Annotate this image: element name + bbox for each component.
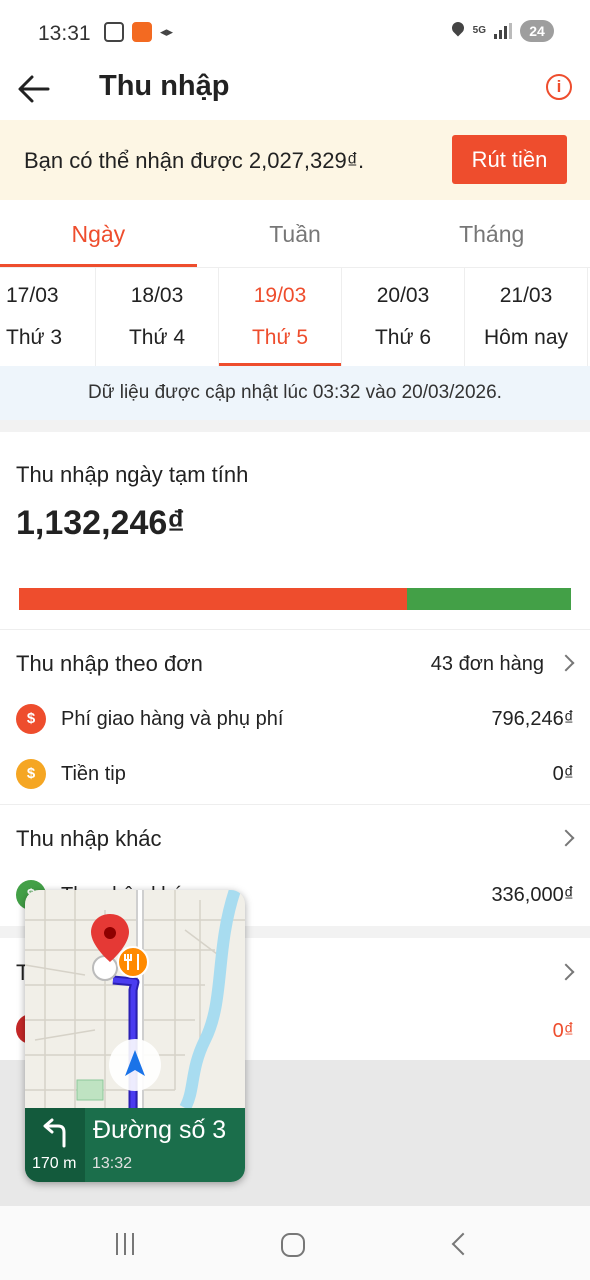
weekday-label: Thứ 4 (128, 326, 186, 349)
screenshot-icon (104, 22, 124, 42)
withdraw-button[interactable]: Rút tiền (452, 135, 567, 184)
order-income-section: Thu nhập theo đơn 43 đơn hàng $ Phí giao… (0, 630, 590, 805)
turn-box: 170 m (25, 1108, 85, 1182)
summary-amount: 1,132,246₫ (16, 504, 185, 542)
status-system-icons: 5G 24 (451, 20, 554, 42)
order-income-title: Thu nhập theo đơn (16, 651, 203, 676)
status-notification-icons: ◂▸ (104, 22, 173, 42)
signal-icon (494, 23, 512, 39)
tab-day[interactable]: Ngày (0, 200, 197, 267)
system-nav-bar (0, 1206, 590, 1280)
app-notification-icon (132, 22, 152, 42)
dollar-icon: $ (16, 704, 46, 734)
sync-icon: ◂▸ (160, 24, 174, 39)
back-icon[interactable] (451, 1232, 475, 1256)
date-label: 21/03 (499, 284, 553, 307)
row-value: 0₫ (552, 1020, 574, 1042)
summary-label: Thu nhập ngày tạm tính (16, 462, 249, 487)
date-item-selected[interactable]: 19/03 Thứ 5 (219, 268, 342, 366)
update-note: Dữ liệu được cập nhật lúc 03:32 vào 20/0… (0, 366, 590, 420)
section-divider (0, 420, 590, 432)
tab-week[interactable]: Tuần (197, 200, 394, 267)
date-label: 20/03 (376, 284, 430, 307)
order-count: 43 đơn hàng (430, 653, 544, 675)
date-item[interactable]: 21/03 Hôm nay (465, 268, 588, 366)
income-progress-bar (19, 588, 571, 610)
status-time: 13:31 (38, 22, 91, 45)
network-type: 5G (472, 25, 486, 36)
weekday-label: Thứ 6 (374, 326, 432, 349)
row-label: Tiền tip (61, 763, 126, 785)
location-icon (451, 22, 465, 40)
arrow-left-icon[interactable] (16, 71, 52, 107)
navigation-map-overlay[interactable]: 170 m Đường số 3 13:32 (25, 890, 245, 1182)
weekday-label: Hôm nay (483, 326, 569, 349)
map-view (25, 890, 245, 1108)
status-bar: 13:31 ◂▸ 5G 24 (0, 0, 590, 66)
turn-left-icon (43, 1118, 66, 1148)
eta-time: 13:32 (92, 1155, 133, 1172)
date-item[interactable]: 17/03 Thứ 3 (0, 268, 96, 366)
withdraw-banner: Bạn có thể nhận được 2,027,329₫. Rút tiề… (0, 120, 590, 200)
chevron-right-icon (557, 963, 575, 981)
row-label: Phí giao hàng và phụ phí (61, 708, 284, 730)
period-tabs: Ngày Tuần Tháng (0, 200, 590, 268)
row-value: 336,000₫ (491, 884, 574, 906)
row-value: 796,246₫ (491, 708, 574, 730)
recent-apps-icon[interactable] (116, 1233, 134, 1255)
chevron-right-icon (557, 829, 575, 847)
weekday-label: Thứ 3 (6, 326, 63, 349)
turn-instruction-banner: 170 m Đường số 3 13:32 (25, 1108, 245, 1182)
order-income-share (19, 588, 408, 610)
withdraw-available-text: Bạn có thể nhận được 2,027,329₫. (24, 148, 365, 173)
weekday-label: Thứ 5 (251, 326, 309, 349)
info-icon[interactable]: i (546, 74, 572, 100)
date-item[interactable]: 18/03 Thứ 4 (96, 268, 219, 366)
turn-distance: 170 m (32, 1155, 77, 1172)
street-name: Đường số 3 (93, 1116, 227, 1144)
date-item[interactable]: 20/03 Thứ 6 (342, 268, 465, 366)
tab-month[interactable]: Tháng (393, 200, 590, 267)
other-income-header[interactable]: Thu nhập khác (0, 806, 590, 868)
app-header: Thu nhập i (0, 66, 590, 120)
order-income-header[interactable]: Thu nhập theo đơn 43 đơn hàng (0, 630, 590, 696)
chevron-right-icon (557, 654, 575, 672)
date-label: 17/03 (6, 284, 59, 307)
date-label: 19/03 (253, 284, 307, 307)
other-income-title: Thu nhập khác (16, 826, 162, 851)
home-icon[interactable] (281, 1233, 305, 1257)
page-title: Thu nhập (99, 70, 230, 102)
date-selector: 17/03 Thứ 3 18/03 Thứ 4 19/03 Thứ 5 20/0… (0, 268, 590, 366)
battery-icon: 24 (520, 20, 554, 42)
row-value: 0₫ (552, 763, 574, 785)
daily-income-summary: Thu nhập ngày tạm tính 1,132,246₫ (0, 432, 590, 630)
dollar-icon: $ (16, 759, 46, 789)
date-label: 18/03 (130, 284, 184, 307)
